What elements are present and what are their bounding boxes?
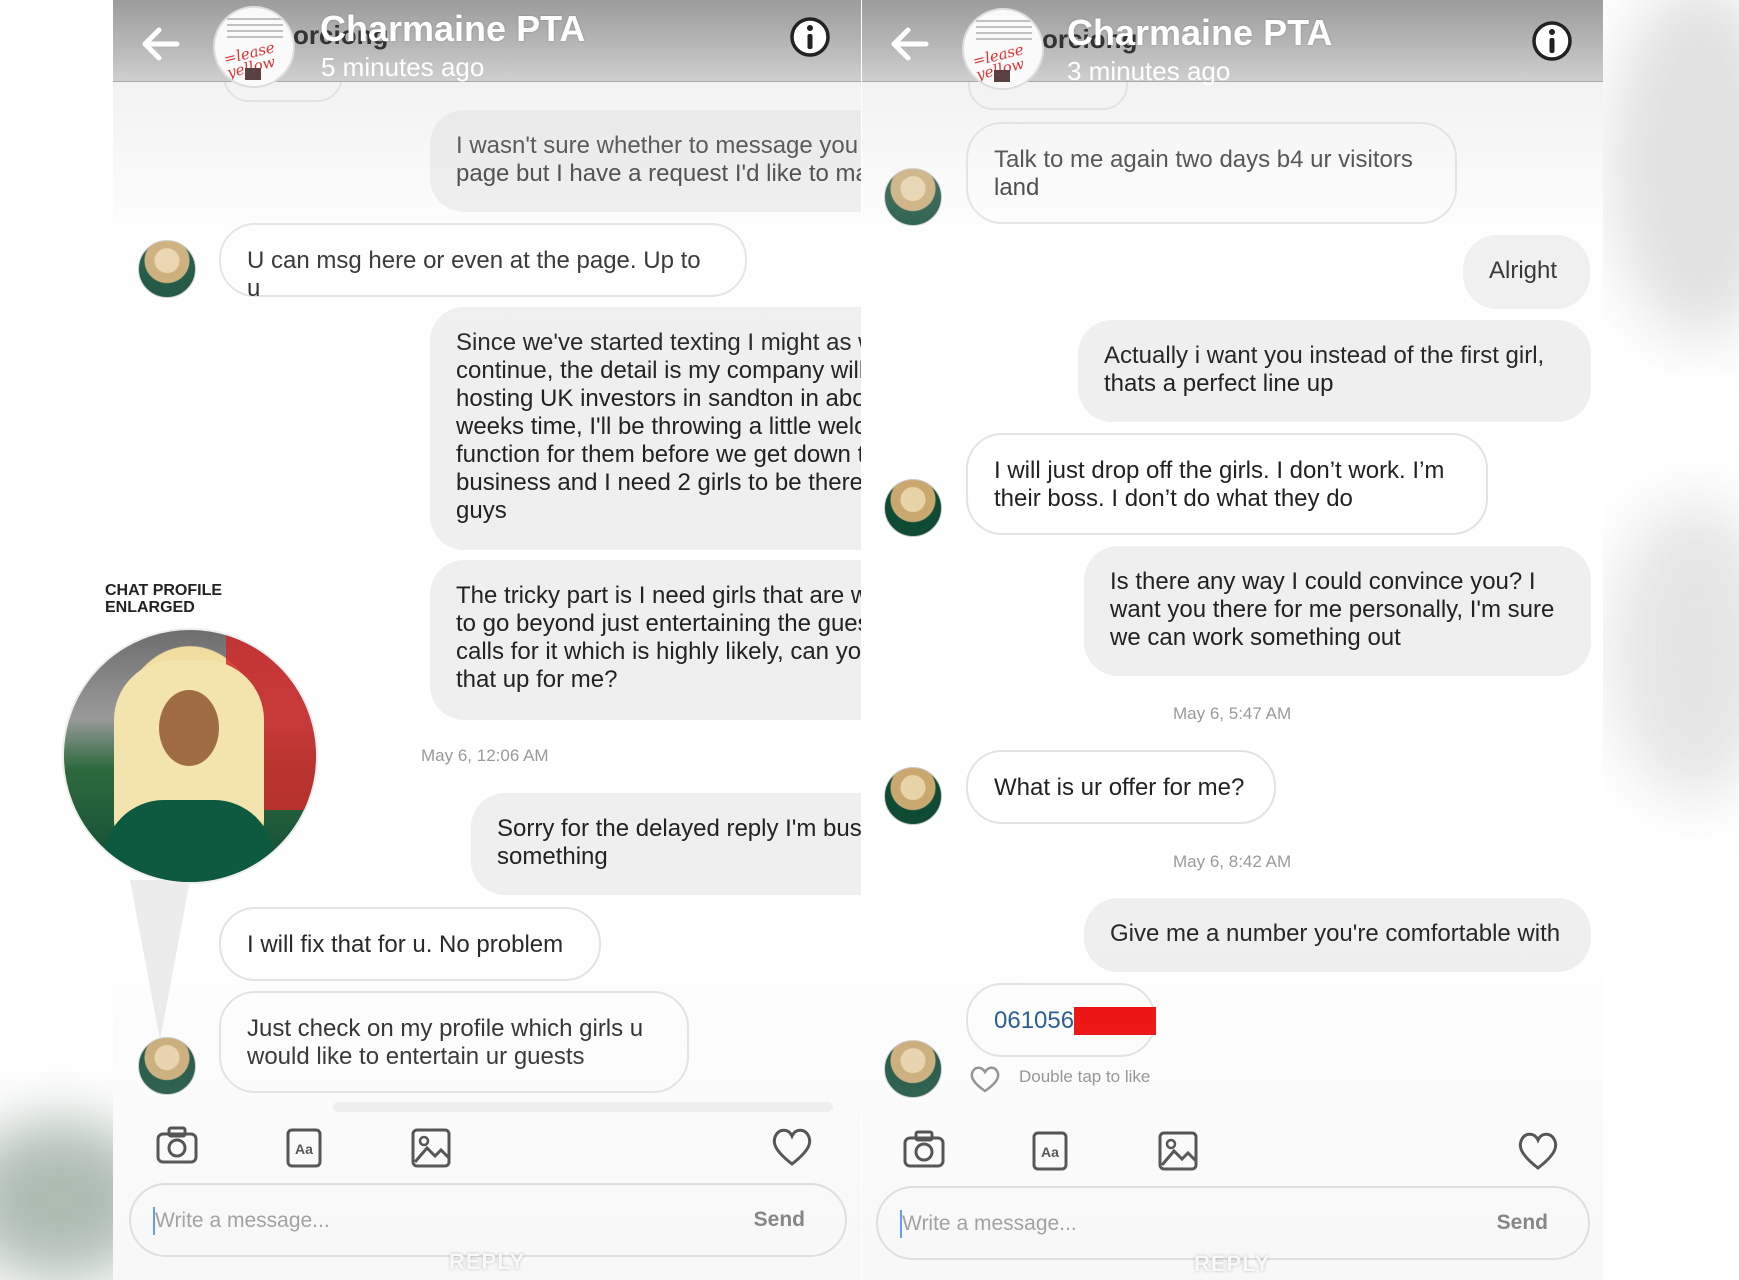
reply-label[interactable]: REPLY <box>1194 1251 1270 1277</box>
callout-pointer <box>130 880 190 1040</box>
message-bubble-outgoing: Is there any way I could convince you? I… <box>1084 546 1591 676</box>
back-arrow-icon[interactable] <box>137 20 185 68</box>
message-timestamp: May 6, 12:06 AM <box>421 746 549 765</box>
text-format-icon[interactable]: Aa <box>1026 1127 1074 1175</box>
enlarged-profile-label: CHAT PROFILE ENLARGED <box>105 582 222 616</box>
message-input-placeholder[interactable]: Write a message... <box>902 1212 1077 1236</box>
screenshot-stage: { "left_chat": { "header": { "title": "C… <box>0 0 1739 1280</box>
svg-text:Aa: Aa <box>1041 1144 1059 1160</box>
message-timestamp: May 6, 8:42 AM <box>1173 852 1292 871</box>
message-bubble-partial <box>333 1102 833 1112</box>
message-bubble-outgoing: The tricky part is I need girls that are… <box>430 560 861 720</box>
heart-icon[interactable] <box>1514 1126 1562 1174</box>
message-bubble-outgoing: Give me a number you're comfortable with <box>1084 898 1591 972</box>
chat-avatar[interactable]: =leaseyellow <box>962 8 1044 90</box>
active-status: 5 minutes ago <box>321 52 485 82</box>
sender-avatar[interactable] <box>884 168 942 226</box>
sender-avatar[interactable] <box>138 240 196 298</box>
svg-text:Aa: Aa <box>295 1141 313 1157</box>
text-format-icon[interactable]: Aa <box>280 1124 328 1172</box>
send-button[interactable]: Send <box>1497 1211 1548 1235</box>
background-blur <box>1610 0 1739 340</box>
double-tap-hint: Double tap to like <box>1019 1067 1151 1086</box>
back-arrow-icon[interactable] <box>886 20 934 68</box>
info-icon[interactable] <box>789 16 831 58</box>
chevron-up-icon[interactable] <box>470 1215 504 1233</box>
message-bubble-outgoing: Since we've started texting I might as w… <box>430 307 861 550</box>
message-bubble-incoming: What is ur offer for me? <box>966 750 1276 824</box>
message-bubble-outgoing: Alright <box>1463 235 1590 309</box>
message-bubble-incoming: U can msg here or even at the page. Up t… <box>219 223 747 302</box>
gallery-icon[interactable] <box>1154 1127 1202 1175</box>
chat-avatar[interactable]: =leaseyellow <box>213 6 295 88</box>
camera-icon[interactable] <box>153 1122 201 1170</box>
chat-panel-right: orciong Charmaine PTA 3 minutes ago =lea… <box>862 0 1603 1280</box>
sender-avatar[interactable] <box>884 1040 942 1098</box>
heart-icon[interactable] <box>768 1122 816 1170</box>
enlarged-profile-photo <box>62 628 318 884</box>
message-bubble-incoming: Just check on my profile which girls u w… <box>219 991 689 1093</box>
sender-avatar[interactable] <box>884 479 942 537</box>
reply-label[interactable]: REPLY <box>449 1249 525 1275</box>
message-input-placeholder[interactable]: Write a message... <box>155 1209 330 1233</box>
label-line-2: ENLARGED <box>105 599 195 616</box>
chevron-up-icon[interactable] <box>1219 1218 1253 1236</box>
gallery-icon[interactable] <box>407 1124 455 1172</box>
message-bubble-outgoing: Actually i want you instead of the first… <box>1078 320 1591 422</box>
sender-avatar[interactable] <box>138 1037 196 1095</box>
message-bubble-incoming: Talk to me again two days b4 ur visitors… <box>966 122 1457 224</box>
sender-avatar[interactable] <box>884 767 942 825</box>
camera-icon[interactable] <box>900 1126 948 1174</box>
heart-icon[interactable] <box>968 1063 1002 1093</box>
chat-title: Charmaine PTA <box>320 8 586 49</box>
message-timestamp: May 6, 5:47 AM <box>1173 704 1292 723</box>
active-status: 3 minutes ago <box>1067 56 1231 86</box>
message-bubble-outgoing: I wasn't sure whether to message you or … <box>430 110 861 212</box>
message-bubble-incoming: I will fix that for u. No problem <box>219 907 601 981</box>
label-line-1: CHAT PROFILE <box>105 582 223 599</box>
redaction-bar <box>1074 1007 1156 1035</box>
background-blur <box>1610 500 1739 800</box>
message-bubble-incoming: I will just drop off the girls. I don’t … <box>966 433 1488 535</box>
phone-number-partial: 061056 <box>994 1007 1075 1034</box>
chat-title: Charmaine PTA <box>1067 12 1333 53</box>
send-button[interactable]: Send <box>754 1208 805 1232</box>
info-icon[interactable] <box>1531 20 1573 62</box>
message-bubble-outgoing: Sorry for the delayed reply I'm busy wit… <box>471 793 861 895</box>
